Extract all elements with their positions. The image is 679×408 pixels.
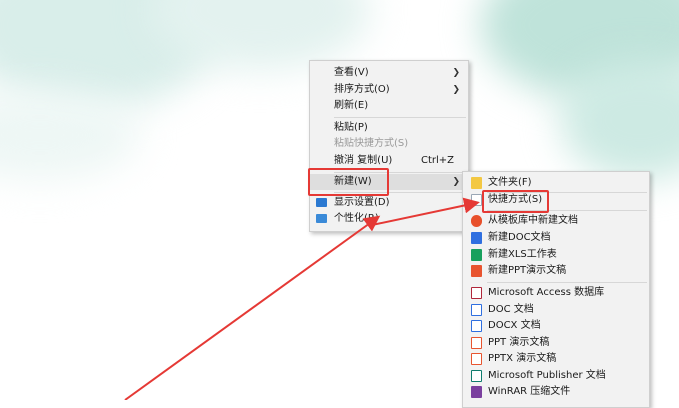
menu-item-paste[interactable]: 粘贴(P) [310,120,468,136]
doc-file-icon [471,304,482,316]
menu-separator [334,117,466,118]
submenu-item-label: DOC 文档 [488,304,534,315]
submenu-item-label: PPTX 演示文稿 [488,353,557,364]
submenu-item-label: 新建PPT演示文稿 [488,265,567,276]
menu-item-personalize[interactable]: 个性化(R) [310,211,468,227]
desktop-context-menu: 查看(V) ❯ 排序方式(O) ❯ 刷新(E) 粘贴(P) 粘贴快捷方式(S) … [309,60,469,232]
menu-item-label: 显示设置(D) [334,197,390,208]
menu-item-display-settings[interactable]: 显示设置(D) [310,195,468,211]
display-settings-icon [316,198,327,207]
submenu-item-from-template[interactable]: 从模板库中新建文档 [463,213,649,229]
submenu-arrow-icon: ❯ [452,177,460,187]
submenu-item-label: Microsoft Publisher 文档 [488,370,606,381]
submenu-item-pptx[interactable]: PPTX 演示文稿 [463,351,649,367]
submenu-item-label: 从模板库中新建文档 [488,215,578,226]
submenu-item-label: 新建DOC文档 [488,232,551,243]
submenu-item-new-ppt[interactable]: 新建PPT演示文稿 [463,263,649,279]
submenu-item-label: 文件夹(F) [488,177,532,188]
access-icon [471,287,482,299]
personalize-icon [316,214,327,223]
submenu-item-new-xls[interactable]: 新建XLS工作表 [463,247,649,263]
wps-doc-icon [471,232,482,244]
menu-item-refresh[interactable]: 刷新(E) [310,98,468,114]
menu-item-undo-copy[interactable]: 撤消 复制(U) Ctrl+Z [310,153,468,169]
menu-item-label: 刷新(E) [334,100,369,111]
shortcut-icon [471,194,482,206]
folder-icon [471,177,482,189]
submenu-item-label: DOCX 文档 [488,320,541,331]
menu-item-shortcut: Ctrl+Z [420,155,454,166]
menu-item-label: 粘贴(P) [334,122,368,133]
submenu-arrow-icon: ❯ [452,68,460,78]
submenu-item-new-doc[interactable]: 新建DOC文档 [463,230,649,246]
template-icon [471,215,482,227]
pptx-file-icon [471,353,482,365]
submenu-item-label: 新建XLS工作表 [488,249,557,260]
menu-item-label: 排序方式(O) [334,84,390,95]
ppt-file-icon [471,337,482,349]
menu-item-label: 个性化(R) [334,213,379,224]
shortcut-item-highlight-box [482,190,549,213]
submenu-item-docx[interactable]: DOCX 文档 [463,318,649,334]
submenu-item-label: PPT 演示文稿 [488,337,550,348]
menu-item-view[interactable]: 查看(V) ❯ [310,65,468,81]
publisher-icon [471,370,482,382]
submenu-item-winrar[interactable]: WinRAR 压缩文件 [463,384,649,400]
docx-file-icon [471,320,482,332]
submenu-arrow-icon: ❯ [452,85,460,95]
menu-item-sort-by[interactable]: 排序方式(O) ❯ [310,82,468,98]
menu-item-label: 撤消 复制(U) [334,155,393,166]
menu-separator [487,282,647,283]
submenu-item-doc[interactable]: DOC 文档 [463,302,649,318]
menu-item-paste-shortcut: 粘贴快捷方式(S) [310,136,468,152]
wps-ppt-icon [471,265,482,277]
submenu-item-publisher[interactable]: Microsoft Publisher 文档 [463,368,649,384]
menu-item-label: 粘贴快捷方式(S) [334,138,409,149]
submenu-item-folder[interactable]: 文件夹(F) [463,175,649,191]
menu-item-label: 查看(V) [334,67,369,78]
submenu-item-label: Microsoft Access 数据库 [488,287,605,298]
winrar-icon [471,386,482,398]
wps-xls-icon [471,249,482,261]
new-item-highlight-box [308,168,389,196]
submenu-item-label: WinRAR 压缩文件 [488,386,571,397]
submenu-item-access[interactable]: Microsoft Access 数据库 [463,285,649,301]
submenu-item-ppt[interactable]: PPT 演示文稿 [463,335,649,351]
